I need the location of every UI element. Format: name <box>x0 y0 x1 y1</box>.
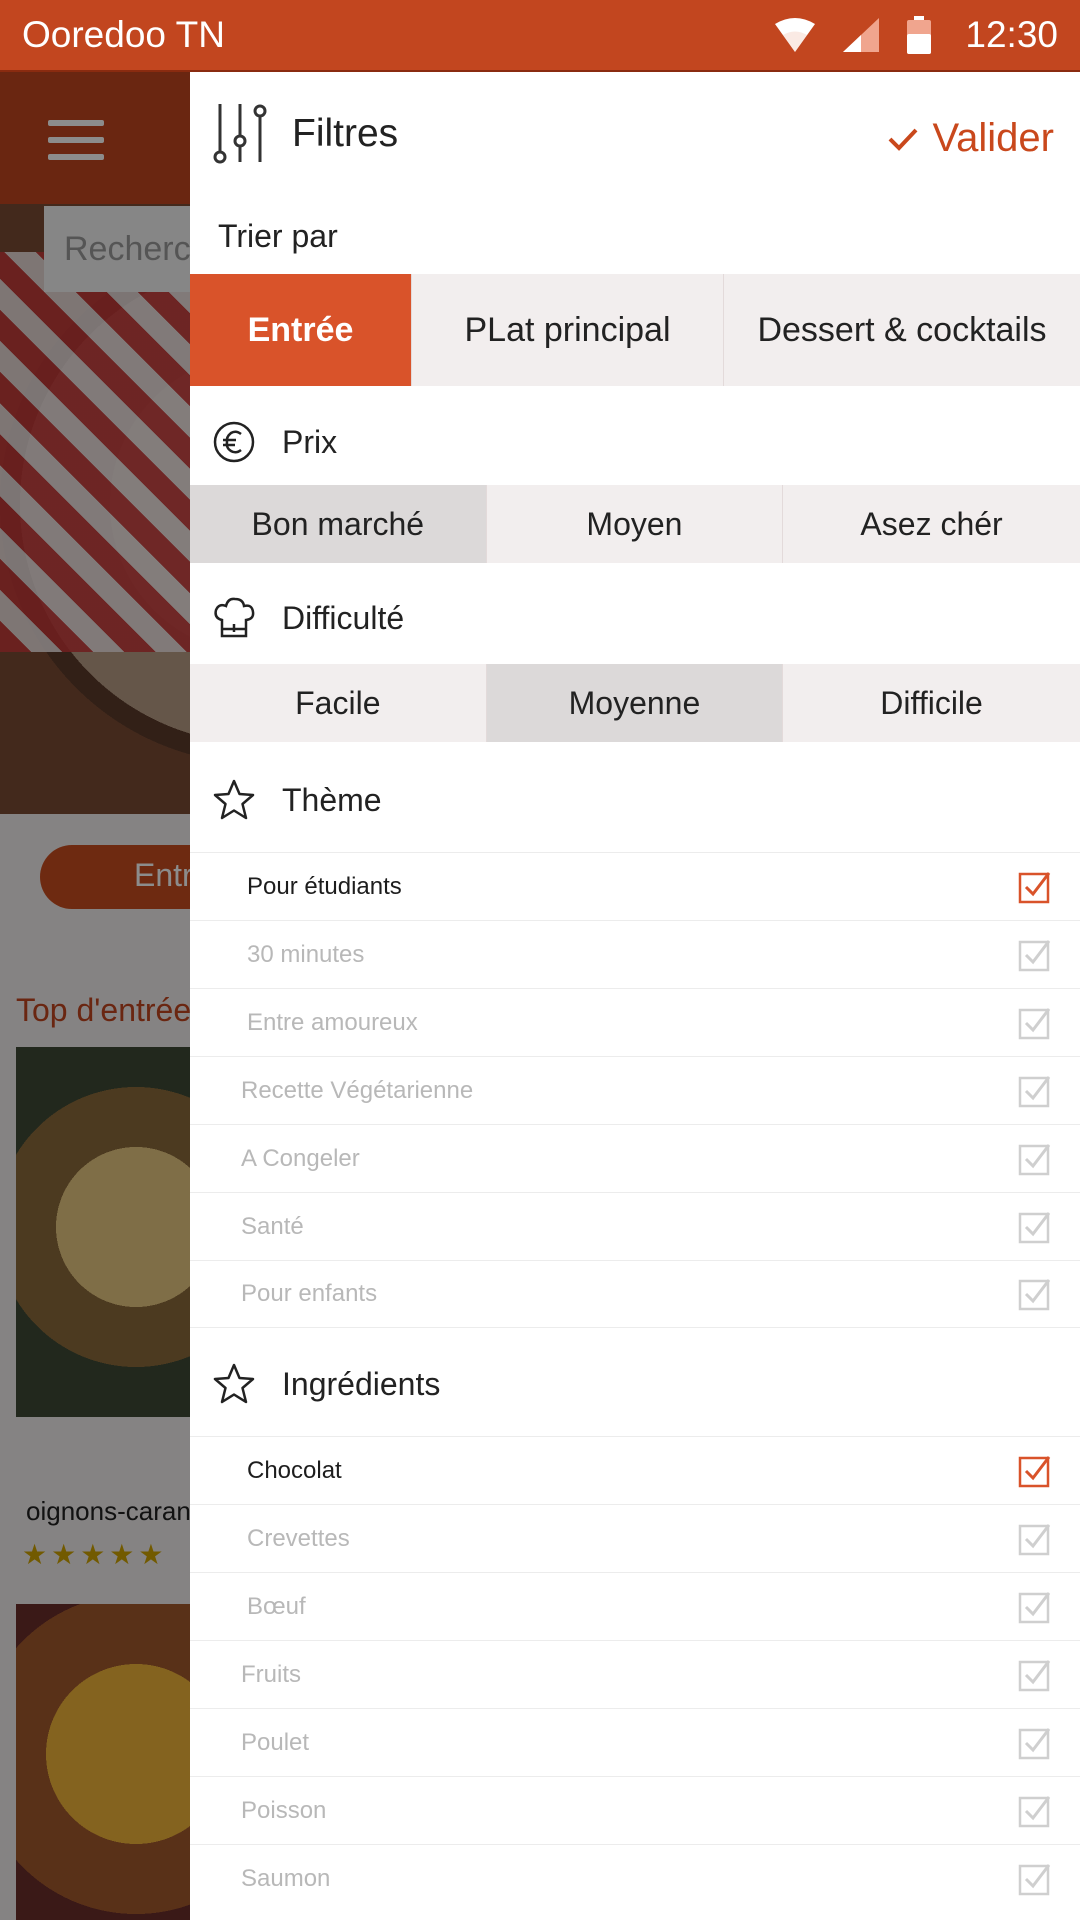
difficulty-section-header: Difficulté <box>190 588 1080 648</box>
status-bar: Ooredoo TN 12:30 <box>0 0 1080 72</box>
theme-item-30-minutes[interactable]: 30 minutes <box>190 920 1080 988</box>
theme-item-recette-vegetarienne[interactable]: Recette Végétarienne <box>190 1056 1080 1124</box>
checkbox-unchecked-icon[interactable] <box>1018 1522 1052 1556</box>
price-section-header: Prix <box>190 412 1080 472</box>
sort-label: Trier par <box>218 218 338 254</box>
theme-item-a-congeler[interactable]: A Congeler <box>190 1124 1080 1192</box>
ingredients-title: Ingrédients <box>282 1365 441 1402</box>
sort-option-plat-principal[interactable]: PLat principal <box>412 274 724 386</box>
price-title: Prix <box>282 423 338 460</box>
checkbox-unchecked-icon[interactable] <box>1018 1074 1052 1108</box>
screen: Ooredoo TN 12:30 Recherc Entr Top d'entr… <box>0 0 1080 1920</box>
checkbox-checked-icon[interactable] <box>1018 1454 1052 1488</box>
checkbox-unchecked-icon[interactable] <box>1018 1794 1052 1828</box>
ingredient-item-crevettes[interactable]: Crevettes <box>190 1504 1080 1572</box>
checkbox-unchecked-icon[interactable] <box>1018 1006 1052 1040</box>
price-option-asez-cher[interactable]: Asez chér <box>783 485 1080 563</box>
status-icons: 12:30 <box>775 14 1058 56</box>
checkbox-unchecked-icon[interactable] <box>1018 938 1052 972</box>
checkbox-unchecked-icon[interactable] <box>1018 1590 1052 1624</box>
list-item-label: Bœuf <box>247 1592 306 1620</box>
signal-icon <box>843 18 880 52</box>
price-segmented-control: Bon marché Moyen Asez chér <box>190 485 1080 563</box>
checkbox-checked-icon[interactable] <box>1018 870 1052 904</box>
theme-item-sante[interactable]: Santé <box>190 1192 1080 1260</box>
difficulty-title: Difficulté <box>282 599 405 636</box>
filter-sliders-icon <box>213 104 267 164</box>
sort-option-dessert-cocktails[interactable]: Dessert & cocktails <box>724 274 1080 386</box>
list-item-label: Chocolat <box>247 1456 342 1484</box>
list-item-label: Fruits <box>241 1660 301 1688</box>
ingredient-item-chocolat[interactable]: Chocolat <box>190 1436 1080 1504</box>
validate-button[interactable]: Valider <box>888 116 1054 161</box>
list-item-label: Santé <box>241 1212 304 1240</box>
star-icon <box>213 1363 255 1404</box>
ingredient-item-fruits[interactable]: Fruits <box>190 1640 1080 1708</box>
list-item-label: Poulet <box>241 1728 310 1756</box>
validate-label: Valider <box>932 116 1054 160</box>
sort-segmented-control: Entrée PLat principal Dessert & cocktail… <box>190 274 1080 386</box>
list-item-label: Poisson <box>241 1796 327 1824</box>
chef-hat-icon <box>214 597 255 638</box>
difficulty-segmented-control: Facile Moyenne Difficile <box>190 664 1080 742</box>
euro-icon <box>213 421 255 463</box>
price-option-moyen[interactable]: Moyen <box>486 485 784 563</box>
list-item-label: 30 minutes <box>247 940 365 968</box>
checkbox-unchecked-icon[interactable] <box>1018 1277 1052 1311</box>
ingredient-item-saumon[interactable]: Saumon <box>190 1844 1080 1912</box>
list-item-label: Pour étudiants <box>247 872 402 900</box>
list-item-label: Entre amoureux <box>247 1008 418 1036</box>
drawer-title: Filtres <box>292 112 399 155</box>
difficulty-option-facile[interactable]: Facile <box>190 664 487 742</box>
price-option-bon-marche[interactable]: Bon marché <box>190 485 487 563</box>
battery-icon <box>907 16 932 54</box>
list-item-label: Saumon <box>241 1864 331 1892</box>
carrier-name: Ooredoo TN <box>22 14 225 55</box>
checkbox-unchecked-icon[interactable] <box>1018 1142 1052 1176</box>
star-icon <box>213 779 255 820</box>
list-item-label: A Congeler <box>241 1144 360 1172</box>
ingredient-item-poulet[interactable]: Poulet <box>190 1708 1080 1776</box>
difficulty-option-moyenne[interactable]: Moyenne <box>486 664 784 742</box>
sort-option-entree[interactable]: Entrée <box>190 274 412 386</box>
clock: 12:30 <box>965 14 1058 55</box>
theme-item-pour-etudiants[interactable]: Pour étudiants <box>190 852 1080 920</box>
ingredient-item-boeuf[interactable]: Bœuf <box>190 1572 1080 1640</box>
filter-drawer: Filtres Valider Trier par Entrée PLat pr… <box>190 72 1080 1920</box>
list-item-label: Pour enfants <box>241 1280 378 1307</box>
theme-title: Thème <box>282 781 382 818</box>
list-item-label: Crevettes <box>247 1524 350 1552</box>
checkbox-unchecked-icon[interactable] <box>1018 1862 1052 1896</box>
theme-item-pour-enfants[interactable]: Pour enfants <box>190 1260 1080 1328</box>
theme-list: Pour étudiants 30 minutes Entre amoureux… <box>190 852 1080 1328</box>
theme-section-header: Thème <box>190 770 1080 830</box>
list-item-label: Recette Végétarienne <box>241 1076 474 1104</box>
checkbox-unchecked-icon[interactable] <box>1018 1658 1052 1692</box>
ingredients-list: Chocolat Crevettes Bœuf Fruits Poulet Po… <box>190 1436 1080 1912</box>
checkbox-unchecked-icon[interactable] <box>1018 1726 1052 1760</box>
ingredients-section-header: Ingrédients <box>190 1354 1080 1414</box>
check-icon <box>889 128 918 151</box>
drawer-header: Filtres Valider <box>190 72 1080 200</box>
ingredient-item-poisson[interactable]: Poisson <box>190 1776 1080 1844</box>
wifi-icon <box>775 18 816 52</box>
difficulty-option-difficile[interactable]: Difficile <box>783 664 1080 742</box>
checkbox-unchecked-icon[interactable] <box>1018 1210 1052 1244</box>
theme-item-entre-amoureux[interactable]: Entre amoureux <box>190 988 1080 1056</box>
